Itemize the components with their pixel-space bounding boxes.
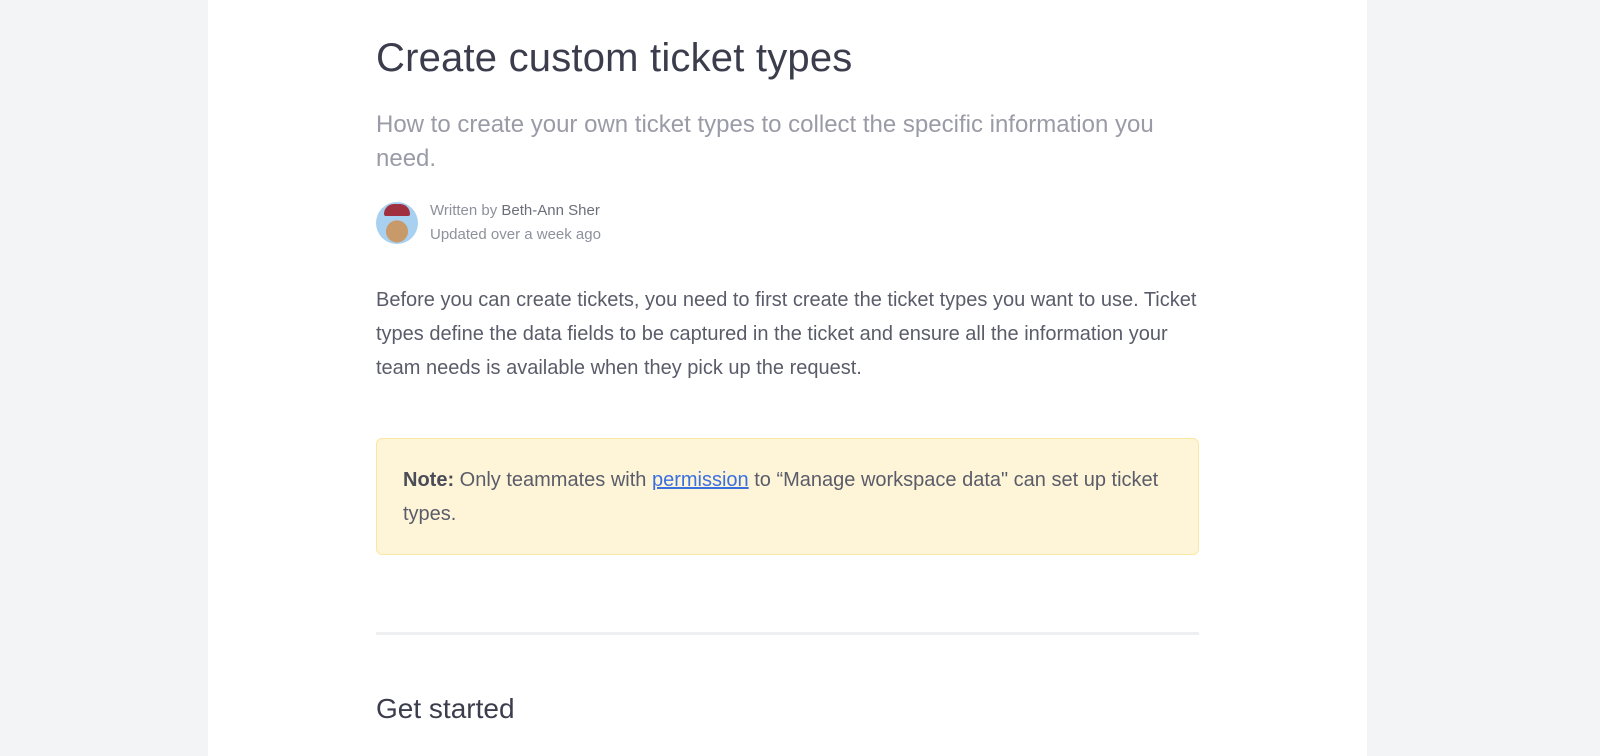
article-subtitle: How to create your own ticket types to c…: [376, 111, 1154, 172]
avatar: [376, 202, 418, 244]
written-by: Written by Beth-Ann Sher: [430, 202, 600, 219]
author-meta: Written by Beth-Ann Sher Updated over a …: [376, 199, 601, 247]
permission-link[interactable]: permission: [652, 469, 749, 491]
note-callout: Note: Only teammates with permission to …: [376, 438, 1199, 555]
article-page: Create custom ticket types How to create…: [208, 0, 1367, 756]
section-heading: Get started: [376, 693, 515, 724]
author-name: Beth-Ann Sher: [501, 202, 600, 219]
divider: [376, 632, 1199, 635]
updated-text: Updated over a week ago: [430, 226, 601, 243]
intro-paragraph: Before you can create tickets, you need …: [376, 289, 1197, 379]
note-label: Note:: [403, 469, 455, 491]
page-title: Create custom ticket types: [376, 36, 853, 80]
